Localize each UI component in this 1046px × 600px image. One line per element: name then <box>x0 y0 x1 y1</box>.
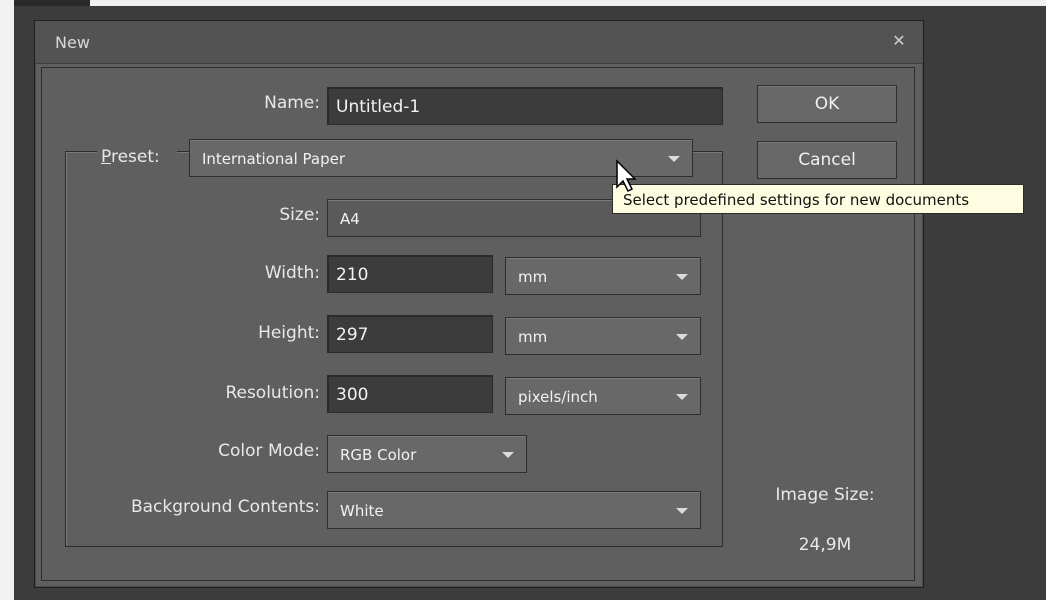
width-label: Width: <box>264 263 320 283</box>
mouse-pointer-icon <box>616 159 637 193</box>
image-size-label: Image Size: <box>775 485 875 505</box>
size-label: Size: <box>279 205 320 225</box>
height-label: Height: <box>258 323 320 343</box>
size-select-value: A4 <box>340 210 360 228</box>
color-mode-value: RGB Color <box>340 446 417 464</box>
name-input[interactable]: Untitled-1 <box>327 87 723 125</box>
image-size-value: 24,9M <box>798 535 852 555</box>
chevron-down-icon <box>502 452 514 458</box>
resolution-unit-value: pixels/inch <box>518 388 598 406</box>
color-mode-label: Color Mode: <box>218 441 320 461</box>
resolution-unit-select[interactable]: pixels/inch <box>505 377 701 415</box>
color-mode-select[interactable]: RGB Color <box>327 435 527 473</box>
resolution-label: Resolution: <box>225 383 320 403</box>
preset-label-mnemonic: P <box>101 147 111 167</box>
close-icon[interactable]: ✕ <box>889 31 909 51</box>
dialog-title: New <box>55 33 90 52</box>
chevron-down-icon <box>668 156 680 162</box>
chevron-down-icon <box>676 274 688 280</box>
cancel-button[interactable]: Cancel <box>757 141 897 179</box>
ok-button[interactable]: OK <box>757 85 897 123</box>
preset-label-text: reset: <box>110 147 160 167</box>
height-unit-select[interactable]: mm <box>505 317 701 355</box>
chevron-down-icon <box>676 508 688 514</box>
width-input[interactable]: 210 <box>327 255 493 293</box>
dialog-titlebar[interactable]: New ✕ <box>35 21 923 64</box>
new-document-dialog: New ✕ Name: Untitled-1 OK Cancel Preset:… <box>34 20 924 588</box>
width-unit-select[interactable]: mm <box>505 257 701 295</box>
background-contents-value: White <box>340 502 384 520</box>
height-unit-value: mm <box>518 328 548 346</box>
preset-tooltip: Select predefined settings for new docum… <box>612 184 1024 214</box>
background-contents-select[interactable]: White <box>327 491 701 529</box>
height-input[interactable]: 297 <box>327 315 493 353</box>
width-unit-value: mm <box>518 268 548 286</box>
name-label: Name: <box>264 93 320 113</box>
chevron-down-icon <box>676 394 688 400</box>
chevron-down-icon <box>676 334 688 340</box>
resolution-input[interactable]: 300 <box>327 375 493 413</box>
background-left-strip <box>0 0 14 600</box>
preset-select-value: International Paper <box>202 150 345 168</box>
preset-label: Preset: <box>97 147 177 167</box>
background-top-bar <box>90 0 1046 6</box>
background-contents-label: Background Contents: <box>130 497 320 517</box>
